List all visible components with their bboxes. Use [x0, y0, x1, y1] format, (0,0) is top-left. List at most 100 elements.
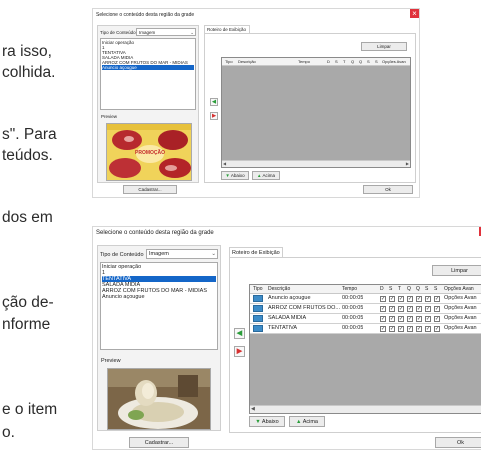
day-checkbox[interactable]: ✓ [416, 326, 422, 332]
day-checkbox[interactable]: ✓ [425, 296, 431, 302]
preview-image-food [107, 368, 211, 430]
day-checkbox[interactable]: ✓ [398, 316, 404, 322]
day-checkbox[interactable]: ✓ [416, 306, 422, 312]
cadastrar-button[interactable]: Cadastrar... [123, 185, 177, 194]
add-to-schedule-button[interactable]: ◀ [210, 98, 218, 106]
tab-roteiro-exibicao[interactable]: Roteiro de Exibição [204, 25, 250, 33]
scroll-left-icon[interactable]: ◀ [251, 406, 255, 412]
table-row[interactable]: ARROZ COM FRUTOS DO... 00:00:05 ✓ ✓ ✓ ✓ … [250, 304, 481, 314]
arrow-right-icon: ▶ [236, 348, 243, 355]
roteiro-panel: Limpar ◀ ▶ Tipo Descrição Tempo D S T Q … [204, 33, 416, 183]
day-checkbox[interactable]: ✓ [389, 316, 395, 322]
tipo-conteudo-label: Tipo de Conteúdo [100, 252, 144, 258]
day-checkbox[interactable]: ✓ [425, 306, 431, 312]
scroll-left-icon[interactable]: ◀ [223, 161, 226, 166]
day-checkbox[interactable]: ✓ [380, 296, 386, 302]
day-checkbox[interactable]: ✓ [389, 296, 395, 302]
row-tempo: 00:00:05 [342, 295, 364, 301]
horizontal-scrollbar[interactable]: ◀ [250, 405, 481, 413]
day-checkbox[interactable]: ✓ [407, 296, 413, 302]
content-dialog-large: Selecione o conteúdo desta região da gra… [92, 226, 481, 450]
row-opcoes-avancadas[interactable]: Opções Avan [444, 314, 477, 323]
day-checkbox[interactable]: ✓ [389, 306, 395, 312]
list-item-selected[interactable]: Anuncio açougue [102, 65, 194, 70]
abaixo-button[interactable]: ▼ Abaixo [249, 416, 285, 427]
scroll-right-icon[interactable]: ▶ [406, 161, 409, 166]
schedule-grid[interactable]: Tipo Descrição Tempo D S T Q Q S S Opçõe… [249, 284, 481, 414]
day-checkbox[interactable]: ✓ [434, 326, 440, 332]
column-header: S [367, 59, 370, 64]
day-checkbox[interactable]: ✓ [389, 326, 395, 332]
column-header: Descrição [268, 286, 291, 292]
limpar-button[interactable]: Limpar [432, 265, 481, 276]
content-list[interactable]: Iniciar operação 1 TENTATIVA SALADA MIDI… [100, 38, 196, 110]
column-header: Tempo [342, 286, 358, 292]
preview-promo-text: PROMOÇÃO [135, 150, 165, 156]
acima-button[interactable]: ▲ Acima [289, 416, 325, 427]
ok-button[interactable]: Ok [363, 185, 413, 194]
remove-from-schedule-button[interactable]: ▶ [234, 346, 245, 357]
day-checkbox[interactable]: ✓ [398, 326, 404, 332]
day-checkbox[interactable]: ✓ [434, 306, 440, 312]
day-checkbox[interactable]: ✓ [380, 306, 386, 312]
day-checkbox[interactable]: ✓ [416, 296, 422, 302]
day-checkbox[interactable]: ✓ [425, 316, 431, 322]
day-checkbox[interactable]: ✓ [380, 326, 386, 332]
day-checkbox[interactable]: ✓ [407, 316, 413, 322]
tipo-conteudo-select[interactable]: Imagem ⌄ [136, 28, 196, 36]
day-checkbox[interactable]: ✓ [425, 326, 431, 332]
day-checkbox[interactable]: ✓ [434, 316, 440, 322]
add-to-schedule-button[interactable]: ◀ [234, 328, 245, 339]
image-type-icon [253, 295, 263, 302]
table-row[interactable]: TENTATIVA 00:00:05 ✓ ✓ ✓ ✓ ✓ ✓ ✓ Opções … [250, 324, 481, 334]
row-opcoes-avancadas[interactable]: Opções Avan [444, 324, 477, 333]
preview-label: Preview [101, 114, 118, 119]
tipo-conteudo-select[interactable]: Imagem ⌄ [146, 249, 218, 259]
column-header: D [327, 59, 330, 64]
day-checkbox[interactable]: ✓ [434, 296, 440, 302]
acima-label: Acima [302, 419, 318, 425]
remove-from-schedule-button[interactable]: ▶ [210, 112, 218, 120]
column-header: Q [416, 286, 420, 292]
column-header: S [375, 59, 378, 64]
day-checkbox[interactable]: ✓ [398, 296, 404, 302]
column-header: S [425, 286, 429, 292]
grid-header: Tipo Descrição Tempo D S T Q Q S S Opçõe… [250, 285, 481, 294]
ok-button[interactable]: Ok [435, 437, 481, 448]
day-checkbox[interactable]: ✓ [380, 316, 386, 322]
list-item[interactable]: Anuncio açougue [102, 294, 216, 300]
column-header: D [380, 286, 384, 292]
row-descricao: ARROZ COM FRUTOS DO... [268, 305, 340, 311]
horizontal-scrollbar[interactable]: ◀ ▶ [222, 160, 410, 167]
day-checkbox[interactable]: ✓ [407, 306, 413, 312]
schedule-grid[interactable]: Tipo Descrição Tempo D S T Q Q S S Opçõe… [221, 57, 411, 168]
document-text-line: s". Para [2, 126, 57, 143]
row-opcoes-avancadas[interactable]: Opções Avan [444, 294, 477, 303]
abaixo-label: Abaixo [230, 173, 245, 178]
cadastrar-button[interactable]: Cadastrar... [129, 437, 189, 448]
preview-image-meat: PROMOÇÃO [106, 123, 192, 181]
content-list[interactable]: Iniciar operação 1 TENTATIVA SALADA MIDI… [100, 262, 218, 350]
preview-label: Preview [101, 358, 121, 364]
tab-roteiro-exibicao[interactable]: Roteiro de Exibição [229, 247, 283, 257]
tipo-conteudo-label: Tipo de Conteúdo [100, 30, 136, 35]
row-opcoes-avancadas[interactable]: Opções Avan [444, 304, 477, 313]
document-text-line: ção de- [2, 294, 54, 311]
abaixo-label: Abaixo [261, 419, 279, 425]
column-header: Q [359, 59, 363, 64]
dialog-title: Selecione o conteúdo desta região da gra… [96, 230, 214, 236]
close-button[interactable]: × [410, 9, 419, 18]
column-header: Descrição [238, 59, 256, 64]
limpar-button[interactable]: Limpar [361, 42, 407, 51]
abaixo-button[interactable]: ▼ Abaixo [221, 171, 249, 180]
row-tempo: 00:00:05 [342, 305, 364, 311]
acima-button[interactable]: ▲ Acima [252, 171, 280, 180]
column-header: T [343, 59, 346, 64]
day-checkbox[interactable]: ✓ [398, 306, 404, 312]
day-checkbox[interactable]: ✓ [407, 326, 413, 332]
grid-header: Tipo Descrição Tempo D S T Q Q S S Opçõe… [222, 58, 410, 66]
day-checkbox[interactable]: ✓ [416, 316, 422, 322]
table-row[interactable]: SALADA MIDIA 00:00:05 ✓ ✓ ✓ ✓ ✓ ✓ ✓ Opçõ… [250, 314, 481, 324]
table-row[interactable]: Anuncio açougue 00:00:05 ✓ ✓ ✓ ✓ ✓ ✓ ✓ O… [250, 294, 481, 304]
food-photo-image [108, 369, 210, 429]
